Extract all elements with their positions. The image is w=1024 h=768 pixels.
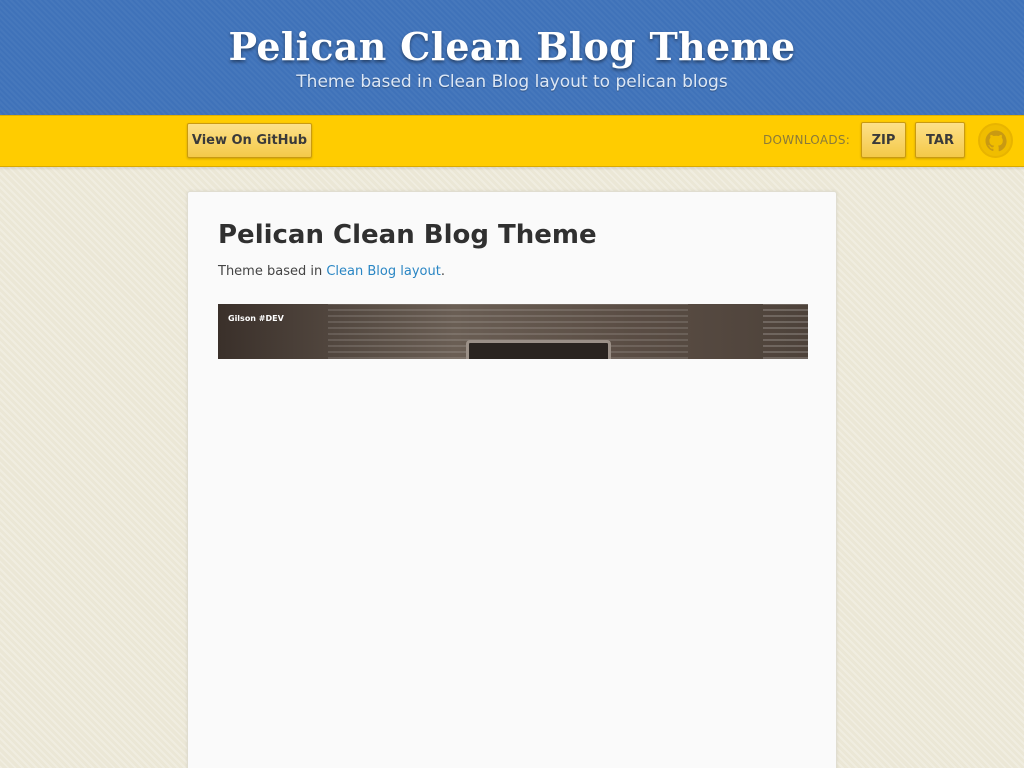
clean-blog-layout-link[interactable]: Clean Blog layout bbox=[326, 264, 440, 279]
preview-brand-label: Gilson #DEV bbox=[228, 314, 284, 323]
description-period: . bbox=[440, 264, 445, 279]
preview-window-blinds-right bbox=[763, 304, 808, 359]
content-card: Pelican Clean Blog Theme Theme based in … bbox=[187, 191, 837, 768]
preview-image: Gilson #DEV bbox=[218, 304, 808, 359]
preview-laptop bbox=[466, 340, 611, 359]
description-text: Theme based in bbox=[218, 264, 327, 279]
octocat-glyph bbox=[985, 130, 1007, 151]
view-on-github-button[interactable]: View On GitHub bbox=[187, 123, 312, 158]
download-tar-button[interactable]: TAR bbox=[915, 122, 965, 158]
downloads-label: DOWNLOADS: bbox=[763, 133, 851, 147]
download-zip-button[interactable]: ZIP bbox=[861, 122, 906, 158]
site-header: Pelican Clean Blog Theme Theme based in … bbox=[0, 0, 1024, 115]
site-tagline: Theme based in Clean Blog layout to peli… bbox=[296, 72, 728, 92]
content-title: Pelican Clean Blog Theme bbox=[218, 220, 597, 250]
github-octocat-icon[interactable] bbox=[978, 123, 1013, 158]
toolbar: View On GitHub DOWNLOADS: ZIP TAR bbox=[0, 115, 1024, 167]
site-title: Pelican Clean Blog Theme bbox=[228, 24, 796, 69]
content-description: Theme based in Clean Blog layout. bbox=[218, 264, 445, 279]
